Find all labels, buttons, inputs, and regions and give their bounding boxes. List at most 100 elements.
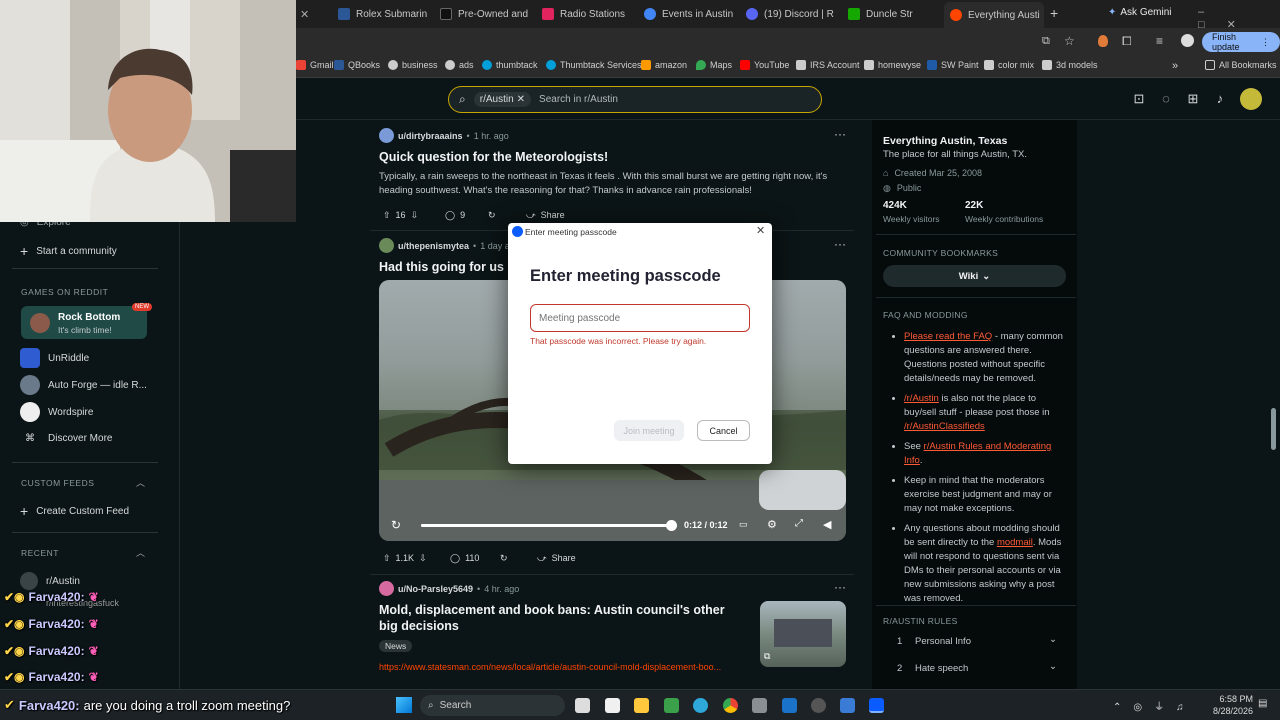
flair-badge[interactable]: News xyxy=(379,640,413,652)
bookmark-star-icon[interactable]: ☆ xyxy=(1064,34,1075,48)
bookmark-thumbtack-services[interactable]: Thumbtack Services xyxy=(546,60,642,70)
dialog-close-icon[interactable]: ✕ xyxy=(756,224,765,237)
passcode-input[interactable] xyxy=(530,304,750,332)
bookmark-swpaint[interactable]: SW Paint xyxy=(927,60,979,70)
bookmark-homewyse[interactable]: homewyse xyxy=(864,60,921,70)
edge-icon[interactable] xyxy=(693,698,708,713)
app-icon[interactable] xyxy=(840,698,855,713)
video-scrubber-handle[interactable] xyxy=(666,520,677,531)
captions-icon[interactable]: ▭ xyxy=(739,519,748,530)
create-custom-feed-button[interactable]: + Create Custom Feed xyxy=(20,503,129,519)
tab-5[interactable]: Duncle Str xyxy=(848,4,940,24)
collapse-chevron-icon[interactable]: ︿ xyxy=(136,476,145,489)
settings-gear-icon[interactable]: ⚙ xyxy=(767,518,777,531)
extension-icon[interactable] xyxy=(1098,35,1108,47)
task-view-icon[interactable] xyxy=(575,698,590,713)
collapse-chevron-icon[interactable]: ︿ xyxy=(136,546,145,559)
all-bookmarks[interactable]: All Bookmarks xyxy=(1205,60,1277,70)
upvote-icon[interactable]: ⇧ xyxy=(383,210,391,221)
austin-link[interactable]: /r/Austin xyxy=(904,393,939,404)
game-wordspire[interactable]: Wordspire xyxy=(20,402,93,422)
discover-more-button[interactable]: ⌘ Discover More xyxy=(20,433,112,444)
post-author[interactable]: u/No-Parsley5649 xyxy=(398,584,473,594)
bookmark-gmail[interactable]: Gmail xyxy=(296,60,334,70)
comments-button[interactable]: ◯ 9 xyxy=(445,205,465,225)
avatar[interactable] xyxy=(379,581,394,596)
chrome-icon[interactable] xyxy=(723,698,738,713)
system-tray-icons[interactable]: ⌃◎⏚♫ xyxy=(1113,698,1196,713)
reading-list-icon[interactable]: ≡ xyxy=(1156,34,1163,48)
more-options-icon[interactable]: ··· xyxy=(834,237,846,251)
taskbar-search[interactable]: ⌕ Search xyxy=(420,695,565,716)
zoom-taskbar-icon[interactable] xyxy=(869,698,884,713)
post-title[interactable]: Had this going for us in xyxy=(379,260,519,274)
game-unriddle[interactable]: UnRiddle xyxy=(20,348,89,368)
bookmark-irs[interactable]: IRS Account xyxy=(796,60,860,70)
start-community-button[interactable]: + Start a community xyxy=(20,243,117,259)
downvote-icon[interactable]: ⇩ xyxy=(419,553,427,564)
share-button[interactable]: ⤻ Share xyxy=(526,205,565,225)
avatar[interactable] xyxy=(379,238,394,253)
subreddit-chip[interactable]: r/Austin ✕ xyxy=(473,92,532,107)
bookmark-thumbtack[interactable]: thumbtack xyxy=(482,60,538,70)
post-title[interactable]: Mold, displacement and book bans: Austin… xyxy=(379,602,739,634)
extensions-puzzle-icon[interactable]: ⧠ xyxy=(1122,34,1132,49)
bookmark-maps[interactable]: Maps xyxy=(696,60,732,70)
award-button[interactable]: ↻ xyxy=(500,548,508,568)
more-options-icon[interactable]: ··· xyxy=(834,580,846,594)
post-link[interactable]: https://www.statesman.com/news/local/art… xyxy=(379,662,754,672)
bookmark-colormix[interactable]: color mix xyxy=(984,60,1034,70)
comments-button[interactable]: ◯ 110 xyxy=(450,548,479,568)
new-tab-icon[interactable]: + xyxy=(1050,5,1058,21)
wiki-button[interactable]: Wiki ⌄ xyxy=(883,265,1066,287)
search-bar[interactable]: ⌕ r/Austin ✕ Search in r/Austin xyxy=(448,86,822,113)
bookmarks-overflow-icon[interactable]: » xyxy=(1172,60,1178,72)
tab-0[interactable]: Rolex Submarin xyxy=(338,4,430,24)
faq-link[interactable]: Please read the FAQ xyxy=(904,331,992,342)
ask-gemini-button[interactable]: ✦ Ask Gemini xyxy=(1108,7,1172,18)
app-icon[interactable] xyxy=(782,698,797,713)
bookmark-business[interactable]: business xyxy=(388,60,438,70)
sheets-icon[interactable] xyxy=(664,698,679,713)
bookmark-3dmodels[interactable]: 3d models xyxy=(1042,60,1098,70)
bookmark-ads[interactable]: ads xyxy=(445,60,474,70)
rule-item[interactable]: 2 Hate speech ⌄ xyxy=(883,661,1063,677)
rule-item[interactable]: 1 Personal Info ⌄ xyxy=(883,634,1063,650)
fullscreen-icon[interactable]: ⤢ xyxy=(795,518,803,529)
tab-partial[interactable]: ✕ xyxy=(296,4,326,24)
tab-3[interactable]: Events in Austin xyxy=(644,4,736,24)
bookmark-qbooks[interactable]: QBooks xyxy=(334,60,380,70)
page-scrollbar[interactable] xyxy=(1271,408,1276,450)
remove-chip-icon[interactable]: ✕ xyxy=(517,94,525,105)
replay-icon[interactable]: ↻ xyxy=(391,518,401,532)
recent-austin[interactable]: r/Austin xyxy=(20,572,80,590)
video-progress-track[interactable] xyxy=(421,520,677,531)
upvote-icon[interactable]: ⇧ xyxy=(383,553,391,564)
modmail-link[interactable]: modmail xyxy=(997,537,1033,548)
calculator-icon[interactable] xyxy=(752,698,767,713)
user-avatar[interactable] xyxy=(1240,88,1262,110)
post-author[interactable]: u/thepenismytea xyxy=(398,241,469,251)
tab-4[interactable]: (19) Discord | R xyxy=(746,4,838,24)
game-auto-forge[interactable]: Auto Forge — idle R... xyxy=(20,375,147,395)
file-explorer-icon[interactable] xyxy=(634,698,649,713)
profile-avatar[interactable] xyxy=(1181,34,1194,47)
bookmark-amazon[interactable]: amazon xyxy=(641,60,687,70)
award-button[interactable]: ↻ xyxy=(488,205,496,225)
close-tab-icon[interactable]: ✕ xyxy=(300,8,309,21)
app-icon[interactable] xyxy=(811,698,826,713)
bookmark-youtube[interactable]: YouTube xyxy=(740,60,789,70)
avatar[interactable] xyxy=(379,128,394,143)
search-input[interactable]: Search in r/Austin xyxy=(539,94,618,105)
tab-active[interactable]: Everything Austi ✕ xyxy=(944,2,1044,28)
tab-1[interactable]: Pre-Owned and xyxy=(440,4,532,24)
rules-link[interactable]: r/Austin Rules and Moderating Info xyxy=(904,441,1051,466)
notepad-icon[interactable] xyxy=(605,698,620,713)
create-post-icon[interactable]: ⊞ xyxy=(1185,91,1201,107)
share-button[interactable]: ⤻ Share xyxy=(537,548,576,568)
notifications-bell-icon[interactable]: ♪ xyxy=(1212,91,1228,107)
windows-start-icon[interactable] xyxy=(396,697,412,713)
classifieds-link[interactable]: /r/AustinClassifieds xyxy=(904,421,985,432)
cancel-button[interactable]: Cancel xyxy=(697,420,750,441)
tab-2[interactable]: Radio Stations xyxy=(542,4,634,24)
